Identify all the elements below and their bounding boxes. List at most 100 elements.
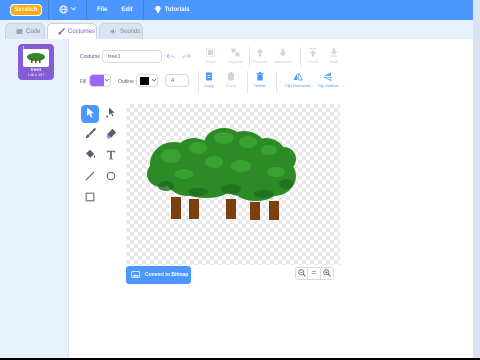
select-tool[interactable] xyxy=(81,105,99,123)
scratch-editor: Scratch File Edit Tutorials Code Costume… xyxy=(0,0,480,360)
arrow-down-icon xyxy=(278,48,288,57)
fill-tool[interactable] xyxy=(81,147,99,165)
redo-icon xyxy=(181,52,191,61)
delete-label: Delete xyxy=(254,83,266,88)
trash-icon xyxy=(255,72,265,81)
menu-divider xyxy=(86,0,87,20)
costume-tile[interactable]: 1 tree1 146 x 157 xyxy=(18,44,54,80)
ungroup-button[interactable]: Ungroup xyxy=(221,48,249,64)
fill-color-picker[interactable] xyxy=(89,74,111,87)
code-icon xyxy=(16,28,23,35)
paste-label: Paste xyxy=(225,83,237,88)
reshape-icon xyxy=(105,105,117,123)
brush-icon xyxy=(58,28,65,35)
scratch-logo[interactable]: Scratch xyxy=(10,4,42,16)
arrow-up-icon xyxy=(255,48,265,57)
edit-menu[interactable]: Edit xyxy=(117,7,136,13)
brush-tool[interactable] xyxy=(81,126,99,144)
globe-icon xyxy=(59,4,68,16)
backward-button[interactable]: Backward xyxy=(269,48,297,64)
eraser-tool[interactable] xyxy=(102,126,120,144)
circle-icon xyxy=(106,168,116,186)
front-label: Front xyxy=(308,59,318,64)
costume-size: 146 x 157 xyxy=(27,73,45,77)
line-tool[interactable] xyxy=(81,168,99,186)
outline-color-swatch xyxy=(137,75,151,86)
flip-vertical-button[interactable]: Flip Vertical xyxy=(313,72,343,88)
flip-vertical-label: Flip Vertical xyxy=(317,83,339,88)
forward-label: Forward xyxy=(252,59,268,64)
convert-to-bitmap-button[interactable]: Convert to Bitmap xyxy=(126,266,191,284)
costume-list: 1 tree1 146 x 157 xyxy=(0,39,69,358)
paste-icon xyxy=(226,72,236,81)
outline-label: Outline xyxy=(118,79,134,85)
tree-artwork xyxy=(147,128,296,220)
group-icon xyxy=(205,48,215,57)
eraser-icon xyxy=(106,126,117,144)
copy-icon xyxy=(204,72,214,81)
convert-label: Convert to Bitmap xyxy=(145,272,189,278)
tab-code-label: Code xyxy=(26,28,41,35)
delete-button[interactable]: Delete xyxy=(246,72,274,88)
tab-costumes[interactable]: Costumes xyxy=(47,23,97,39)
costume-name-input[interactable]: tree1 xyxy=(102,50,162,63)
text-tool[interactable] xyxy=(102,147,120,165)
zoom-out-button[interactable] xyxy=(295,267,308,280)
editor-tabs: Code Costumes Sounds xyxy=(0,20,473,39)
speaker-icon xyxy=(110,28,117,35)
lightbulb-icon xyxy=(153,5,162,16)
zoom-in-button[interactable] xyxy=(321,267,334,280)
costume-name: tree1 xyxy=(30,67,42,72)
tutorials-label: Tutorials xyxy=(164,7,190,13)
zoom-reset-button[interactable]: = xyxy=(308,267,321,280)
chevron-down-icon xyxy=(151,75,157,86)
costume-thumbnail xyxy=(23,49,49,67)
zoom-in-icon xyxy=(323,268,331,279)
flip-horizontal-icon xyxy=(293,72,303,81)
file-menu[interactable]: File xyxy=(93,7,111,13)
ungroup-label: Ungroup xyxy=(227,59,243,64)
zoom-out-icon xyxy=(297,268,306,279)
fill-color-swatch xyxy=(90,75,104,86)
backward-label: Backward xyxy=(274,59,292,64)
line-icon xyxy=(85,168,95,186)
outline-color-picker[interactable] xyxy=(136,74,158,87)
paint-canvas[interactable] xyxy=(126,104,340,265)
flip-horizontal-button[interactable]: Flip Horizontal xyxy=(281,72,315,88)
reshape-tool[interactable] xyxy=(102,105,120,123)
stage-panel-edge xyxy=(473,0,480,358)
rectangle-tool[interactable] xyxy=(81,189,99,207)
redo-button[interactable] xyxy=(179,52,193,63)
menu-divider xyxy=(48,0,49,20)
flip-horizontal-label: Flip Horizontal xyxy=(285,83,311,88)
front-icon xyxy=(308,48,318,57)
paste-button[interactable]: Paste xyxy=(217,72,245,88)
tab-code[interactable]: Code xyxy=(5,23,45,39)
undo-icon xyxy=(165,52,175,61)
ungroup-icon xyxy=(230,48,240,57)
rectangle-icon xyxy=(85,189,95,207)
back-button[interactable]: Back xyxy=(320,48,348,64)
toolbar-divider xyxy=(276,71,277,93)
image-icon xyxy=(131,270,140,280)
group-button[interactable]: Group xyxy=(196,48,224,64)
tutorials-menu[interactable]: Tutorials xyxy=(150,5,194,16)
chevron-down-icon xyxy=(104,75,110,86)
costume-label: Costume xyxy=(80,54,101,60)
language-menu[interactable] xyxy=(55,4,80,16)
copy-label: Copy xyxy=(204,83,214,88)
group-label: Group xyxy=(204,59,216,64)
outline-width-input[interactable]: 4 xyxy=(165,74,189,87)
tab-costumes-label: Costumes xyxy=(68,28,96,35)
tab-sounds[interactable]: Sounds xyxy=(99,23,143,39)
back-icon xyxy=(329,48,339,57)
back-label: Back xyxy=(329,59,339,64)
undo-button[interactable] xyxy=(163,52,177,63)
menu-divider xyxy=(142,0,144,20)
paint-editor: Costume tree1 Group Ungroup Forward Back… xyxy=(69,39,473,358)
arrow-cursor-icon xyxy=(86,105,95,123)
paint-bucket-icon xyxy=(85,147,96,165)
tab-sounds-label: Sounds xyxy=(120,28,141,35)
text-icon xyxy=(106,147,116,165)
circle-tool[interactable] xyxy=(102,168,120,186)
